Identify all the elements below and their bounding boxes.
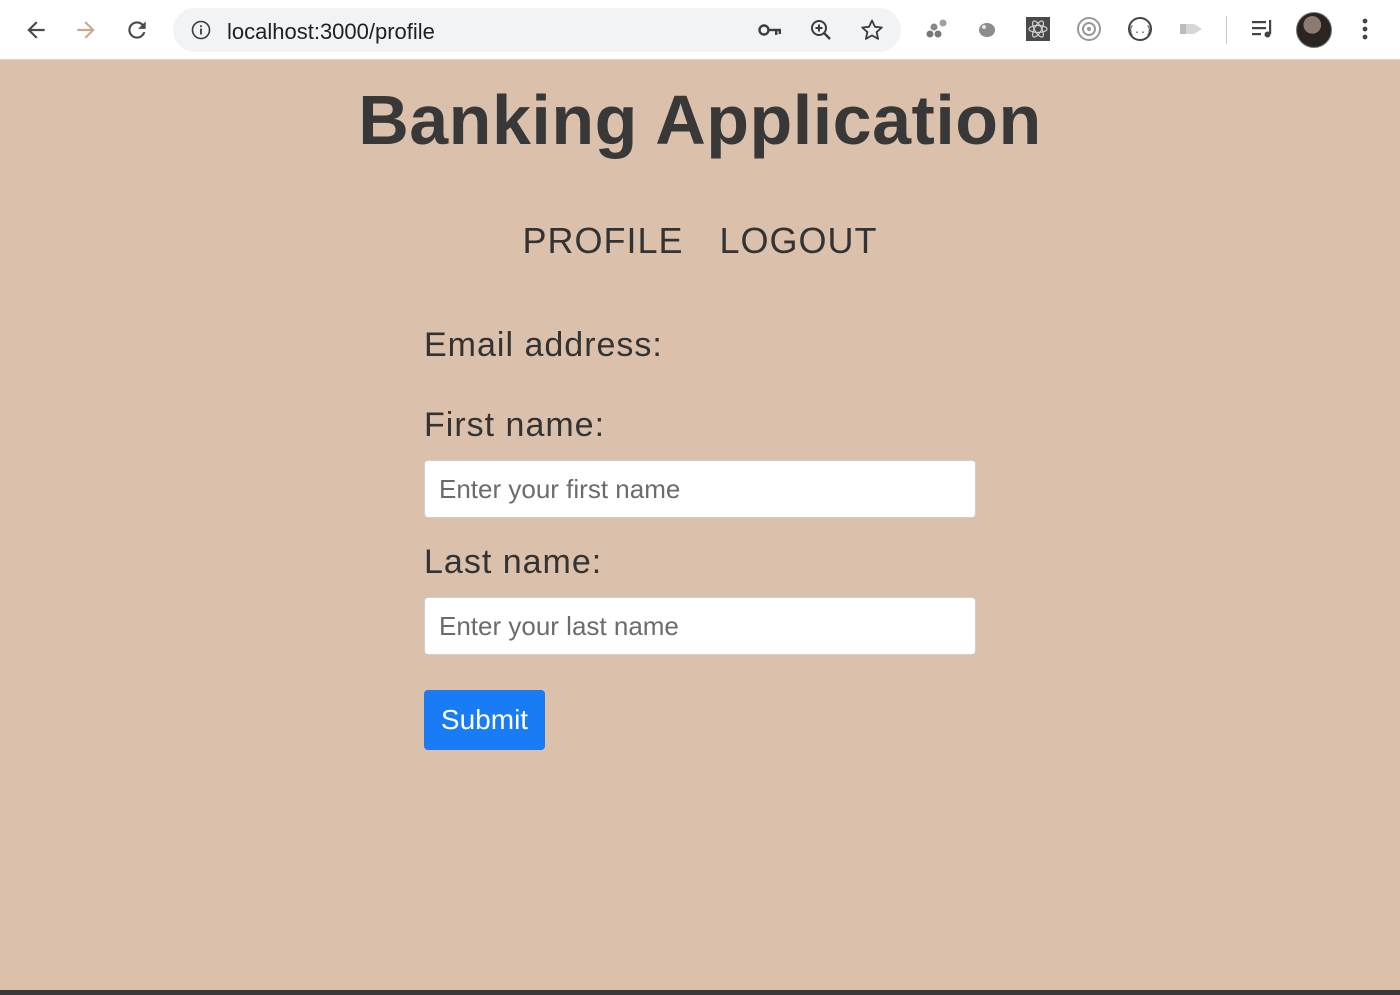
last-name-label: Last name:: [424, 543, 603, 581]
key-icon[interactable]: [757, 18, 783, 42]
extension-icon[interactable]: [1177, 15, 1205, 43]
extension-icon[interactable]: [973, 15, 1001, 43]
page-title: Banking Application: [358, 81, 1042, 159]
nav-logout-link[interactable]: LOGOUT: [720, 220, 878, 262]
window-bottom-edge: [0, 990, 1400, 995]
browser-toolbar: localhost:3000/profile {..}: [0, 0, 1400, 60]
forward-arrow-icon[interactable]: [70, 14, 102, 46]
nav-profile-link[interactable]: PROFILE: [522, 220, 683, 262]
extension-icon[interactable]: [922, 15, 950, 43]
info-icon[interactable]: [191, 20, 211, 40]
main-nav: PROFILE LOGOUT: [0, 220, 1400, 262]
first-name-label: First name:: [424, 406, 606, 444]
more-vert-icon[interactable]: [1351, 15, 1379, 43]
submit-button[interactable]: Submit: [424, 690, 545, 750]
url-text[interactable]: localhost:3000/profile: [227, 19, 435, 45]
profile-avatar[interactable]: [1296, 12, 1332, 48]
zoom-icon[interactable]: [808, 18, 834, 42]
toolbar-divider: [1226, 16, 1227, 44]
address-bar[interactable]: localhost:3000/profile: [173, 8, 901, 52]
email-address-label: Email address:: [424, 326, 663, 364]
media-queue-icon[interactable]: [1249, 15, 1277, 43]
svg-text:{..}: {..}: [1128, 25, 1152, 36]
reload-icon[interactable]: [121, 14, 153, 46]
last-name-input[interactable]: [424, 597, 976, 655]
back-arrow-icon[interactable]: [20, 14, 52, 46]
star-icon[interactable]: [859, 18, 885, 42]
first-name-input[interactable]: [424, 460, 976, 518]
extension-icon[interactable]: {..}: [1126, 15, 1154, 43]
extension-icon[interactable]: [1024, 15, 1052, 43]
extension-icon[interactable]: [1075, 15, 1103, 43]
